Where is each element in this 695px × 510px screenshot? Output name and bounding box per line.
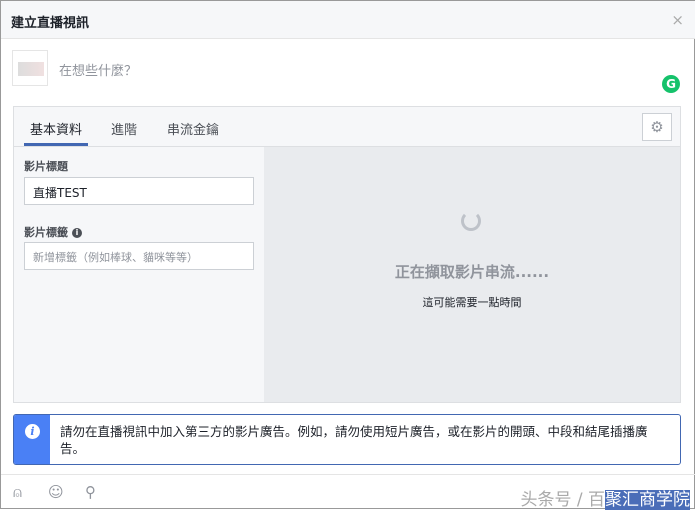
tab-basic-info[interactable]: 基本資料 — [23, 119, 89, 146]
close-icon[interactable]: × — [671, 11, 684, 29]
composer-footer: ⍝ ☺ ⚲ 头条号 / 百聚汇商学院 — [1, 474, 695, 510]
avatar — [12, 50, 48, 86]
video-preview: 正在擷取影片串流...... 這可能需要一點時間 — [264, 147, 680, 402]
video-tags-label-text: 影片標籤 — [24, 226, 68, 239]
watermark-prefix: 头条号 / 百 — [520, 490, 605, 510]
video-title-input[interactable]: 直播TEST — [24, 177, 254, 205]
tab-advanced[interactable]: 進階 — [111, 119, 137, 138]
loading-text: 正在擷取影片串流...... — [394, 263, 550, 281]
info-icon[interactable]: i — [72, 228, 82, 238]
loading-subtext: 這可能需要一點時間 — [422, 296, 522, 309]
video-tags-input[interactable]: 新增標籤（例如棒球、貓咪等等） — [24, 242, 254, 270]
location-icon[interactable]: ⚲ — [85, 483, 96, 501]
video-tags-label: 影片標籤 i — [24, 224, 82, 240]
watermark: 头条号 / 百聚汇商学院 — [520, 485, 690, 510]
info-icon: i — [25, 424, 40, 439]
live-settings-panel: 基本資料 進階 串流金鑰 ⚙ 影片標題 直播TEST 影片標籤 i 新增標籤（例如… — [13, 106, 681, 403]
notice-text: 請勿在直播視訊中加入第三方的影片廣告。例如，請勿使用短片廣告，或在影片的開頭、中… — [60, 424, 648, 456]
dialog-title: 建立直播視訊 — [11, 16, 90, 31]
video-title-label: 影片標題 — [24, 160, 68, 173]
loading-spinner-icon — [461, 211, 481, 231]
tab-stream-key[interactable]: 串流金鑰 — [167, 119, 219, 138]
notice-icon-bar: i — [14, 415, 50, 464]
ad-policy-notice: i 請勿在直播視訊中加入第三方的影片廣告。例如，請勿使用短片廣告，或在影片的開頭… — [13, 414, 681, 465]
form-column: 影片標題 直播TEST 影片標籤 i 新增標籤（例如棒球、貓咪等等） — [14, 147, 264, 402]
tab-bar: 基本資料 進階 串流金鑰 ⚙ — [14, 107, 680, 147]
emoji-icon[interactable]: ☺ — [48, 483, 64, 501]
status-input[interactable]: 在想些什麼？ — [59, 60, 137, 79]
watermark-name: 聚汇商学院 — [605, 490, 690, 510]
tag-people-icon[interactable]: ⍝ — [13, 483, 22, 501]
gear-icon[interactable]: ⚙ — [642, 113, 672, 141]
grammarly-icon[interactable]: G — [662, 75, 680, 93]
dialog-header: 建立直播視訊 × — [1, 1, 695, 39]
